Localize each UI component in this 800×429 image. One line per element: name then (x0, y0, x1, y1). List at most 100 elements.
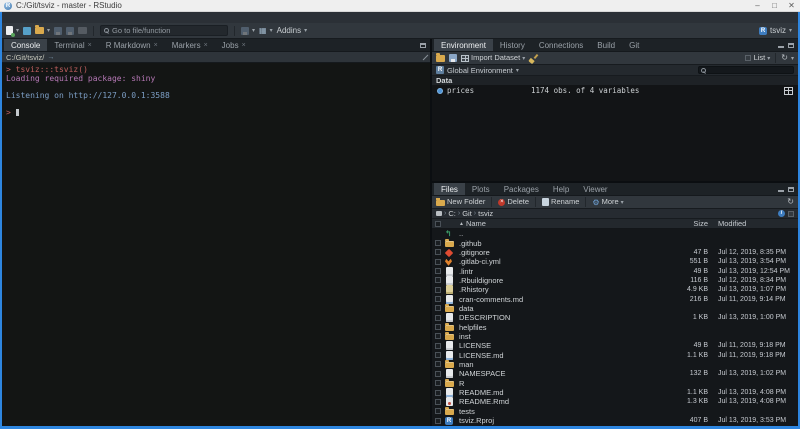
files-tab[interactable]: Help (546, 183, 576, 195)
file-name-link[interactable]: tsviz.Rproj (459, 416, 654, 425)
file-row[interactable]: .Rbuildignore 116 B Jul 12, 2019, 8:34 P… (432, 276, 798, 285)
close-icon[interactable] (204, 39, 208, 52)
file-row[interactable]: helpfiles (432, 322, 798, 331)
file-checkbox[interactable] (435, 343, 441, 349)
file-row[interactable]: tests (432, 407, 798, 416)
breadcrumb-segment[interactable]: C: (444, 209, 456, 219)
file-name-link[interactable]: .lintr (459, 267, 654, 276)
clear-objects-broom-icon[interactable] (529, 54, 538, 63)
file-checkbox[interactable] (435, 249, 441, 255)
select-all-checkbox[interactable] (435, 221, 441, 227)
file-name-link[interactable]: helpfiles (459, 323, 654, 332)
load-workspace-icon[interactable] (436, 55, 445, 62)
file-checkbox[interactable] (435, 315, 441, 321)
maximize-button[interactable]: □ (766, 0, 783, 12)
file-row[interactable]: man (432, 360, 798, 369)
file-row[interactable]: README.md 1.1 KB Jul 13, 2019, 4:08 PM (432, 388, 798, 397)
addins-button[interactable]: Addins (277, 26, 307, 35)
file-name-link[interactable]: .Rhistory (459, 285, 654, 294)
file-name-link[interactable]: man (459, 360, 654, 369)
column-header-modified[interactable]: Modified (708, 219, 794, 228)
file-name-link[interactable]: README.md (459, 388, 654, 397)
environment-tab[interactable]: Environment (434, 39, 493, 51)
directory-info-icon[interactable] (778, 210, 785, 217)
file-name-link[interactable]: cran-comments.md (459, 295, 654, 304)
file-row[interactable]: .lintr 49 B Jul 13, 2019, 12:54 PM (432, 266, 798, 275)
new-folder-button[interactable]: New Folder (436, 196, 485, 208)
console-tab[interactable]: R Markdown (99, 39, 165, 51)
file-checkbox[interactable] (435, 371, 441, 377)
files-tab[interactable]: Files (434, 183, 465, 195)
file-checkbox[interactable] (435, 408, 441, 414)
project-menu-button[interactable]: tsviz (759, 26, 792, 35)
file-row[interactable]: cran-comments.md 216 B Jul 11, 2019, 9:1… (432, 294, 798, 303)
breadcrumb-segment[interactable]: Git (458, 209, 472, 219)
file-checkbox[interactable] (435, 268, 441, 274)
save-icon[interactable] (54, 27, 62, 35)
file-name-link[interactable]: LICENSE.md (459, 351, 654, 360)
file-name-link[interactable]: NAMESPACE (459, 369, 654, 378)
file-row[interactable]: tsviz.Rproj 407 B Jul 13, 2019, 3:53 PM (432, 416, 798, 425)
print-icon[interactable] (78, 27, 87, 34)
file-checkbox[interactable] (435, 333, 441, 339)
file-row[interactable]: data (432, 304, 798, 313)
file-name-link[interactable]: DESCRIPTION (459, 313, 654, 322)
console-output[interactable]: > tsviz:::tsviz()Loading required packag… (2, 63, 430, 426)
files-tab[interactable]: Packages (497, 183, 546, 195)
refresh-icon[interactable] (787, 198, 794, 206)
file-checkbox[interactable] (435, 390, 441, 396)
list-view-button[interactable]: List (754, 52, 771, 64)
rename-button[interactable]: Rename (542, 196, 579, 208)
close-icon[interactable] (154, 39, 158, 52)
more-button[interactable]: More (592, 196, 623, 208)
file-checkbox[interactable] (435, 277, 441, 283)
file-row[interactable]: LICENSE.md 1.1 KB Jul 11, 2019, 9:18 PM (432, 350, 798, 359)
goto-directory-arrow-icon[interactable] (47, 53, 54, 62)
show-hidden-icon[interactable] (788, 211, 794, 217)
file-name-link[interactable]: R (459, 379, 654, 388)
open-file-button[interactable] (35, 27, 50, 34)
save-all-icon[interactable] (66, 27, 74, 35)
file-row[interactable]: .github (432, 238, 798, 247)
import-dataset-button[interactable]: Import Dataset (461, 52, 525, 64)
environment-tab[interactable]: History (493, 39, 532, 51)
console-tab[interactable]: Terminal (47, 39, 98, 51)
file-name-link[interactable]: inst (459, 332, 654, 341)
console-tab[interactable]: Console (4, 39, 47, 51)
environment-object-row[interactable]: prices 1174 obs. of 4 variables (432, 85, 798, 96)
column-header-name[interactable]: Name (459, 219, 654, 228)
file-row[interactable]: .gitlab-ci.yml 551 B Jul 13, 2019, 3:54 … (432, 257, 798, 266)
panes-layout-button[interactable]: ▦ (259, 27, 273, 35)
file-name-link[interactable]: .gitignore (459, 248, 654, 257)
grid-view-icon[interactable] (745, 55, 751, 61)
pane-maximize-icon[interactable] (420, 43, 426, 48)
file-name-link[interactable]: .github (459, 239, 654, 248)
file-row[interactable]: .gitignore 47 B Jul 12, 2019, 8:35 PM (432, 248, 798, 257)
delete-button[interactable]: Delete (498, 196, 529, 208)
goto-file-input[interactable]: Go to file/function (100, 25, 228, 36)
environment-tab[interactable]: Git (622, 39, 646, 51)
file-checkbox[interactable] (435, 324, 441, 330)
file-row[interactable]: .Rhistory 4.9 KB Jul 13, 2019, 1:07 PM (432, 285, 798, 294)
close-icon[interactable] (88, 39, 92, 52)
file-checkbox[interactable] (435, 287, 441, 293)
file-checkbox[interactable] (435, 352, 441, 358)
pane-maximize-icon[interactable] (788, 187, 794, 192)
files-tab[interactable]: Plots (465, 183, 497, 195)
file-checkbox[interactable] (435, 399, 441, 405)
file-checkbox[interactable] (435, 418, 441, 424)
pane-minimize-icon[interactable] (778, 190, 784, 192)
minimize-button[interactable]: – (749, 0, 766, 12)
close-icon[interactable] (242, 39, 246, 52)
files-tab[interactable]: Viewer (576, 183, 614, 195)
file-checkbox[interactable] (435, 305, 441, 311)
file-row[interactable]: README.Rmd 1.3 KB Jul 13, 2019, 4:08 PM (432, 397, 798, 406)
pane-resize-icon[interactable] (423, 54, 429, 60)
file-row[interactable]: LICENSE 49 B Jul 11, 2019, 9:18 PM (432, 341, 798, 350)
new-file-button[interactable] (6, 26, 19, 35)
pane-minimize-icon[interactable] (778, 46, 784, 48)
file-checkbox[interactable] (435, 380, 441, 386)
file-name-link[interactable]: README.Rmd (459, 397, 654, 406)
pane-maximize-icon[interactable] (788, 43, 794, 48)
scope-selector[interactable]: Global Environment (447, 66, 513, 75)
